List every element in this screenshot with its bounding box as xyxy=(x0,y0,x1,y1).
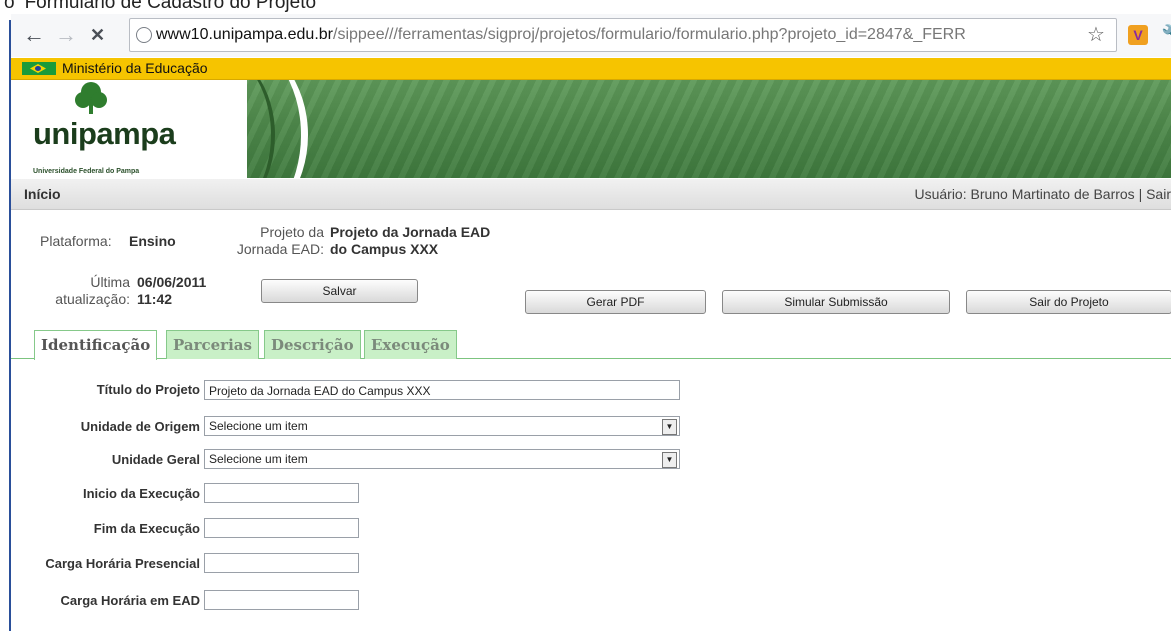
ead-hours-label: Carga Horária em EAD xyxy=(60,593,200,608)
project-name-line2: do Campus XXX xyxy=(330,241,439,257)
origin-unit-value: Selecione um item xyxy=(209,419,308,433)
generate-pdf-button[interactable]: Gerar PDF xyxy=(525,290,706,314)
tab-identificacao[interactable]: Identificação xyxy=(34,330,158,360)
exit-project-button[interactable]: Sair do Projeto xyxy=(966,290,1171,314)
general-unit-label: Unidade Geral xyxy=(111,452,200,467)
page-info-icon[interactable] xyxy=(136,27,152,43)
browser-toolbar: ← → ✕ www10.unipampa.edu.br/sippee///fer… xyxy=(11,14,1171,57)
user-info[interactable]: Usuário: Bruno Martinato de Barros | Sai… xyxy=(914,179,1171,209)
platform-value: Ensino xyxy=(129,233,176,249)
platform-label: Plataforma: xyxy=(40,233,112,249)
ministry-label[interactable]: Ministério da Educação xyxy=(62,58,208,79)
simulate-submission-button[interactable]: Simular Submissão xyxy=(722,290,950,314)
update-label-line2: atualização: xyxy=(55,291,130,307)
dropdown-arrow-icon[interactable]: ▼ xyxy=(662,452,677,468)
site-banner: unipampa Universidade Federal do Pampa xyxy=(11,80,1171,178)
url-host: www10.unipampa.edu.br xyxy=(156,26,333,43)
forward-icon[interactable]: → xyxy=(55,20,77,50)
general-unit-select[interactable]: Selecione um item ▼ xyxy=(204,449,680,469)
tab-parcerias[interactable]: Parcerias xyxy=(166,330,259,359)
project-label-line1: Projeto da xyxy=(260,224,324,240)
brazil-flag-icon xyxy=(22,62,56,75)
ead-hours-input[interactable] xyxy=(204,590,359,610)
back-icon[interactable]: ← xyxy=(23,20,45,50)
url-path: /sippee///ferramentas/sigproj/projetos/f… xyxy=(333,26,966,43)
general-unit-value: Selecione um item xyxy=(209,452,308,466)
update-time: 11:42 xyxy=(137,291,173,307)
end-date-label: Fim da Execução xyxy=(93,521,200,536)
wrench-icon[interactable]: 🔧 xyxy=(1161,23,1171,48)
logo-swoosh-inner xyxy=(151,80,275,178)
project-title-label: Título do Projeto xyxy=(96,382,200,397)
origin-unit-label: Unidade de Origem xyxy=(80,419,200,434)
nav-bar: Início Usuário: Bruno Martinato de Barro… xyxy=(11,179,1171,210)
screenshot-caption: o Formulário de Cadastro do Projeto xyxy=(0,0,317,13)
onsite-hours-label: Carga Horária Presencial xyxy=(45,556,200,571)
update-label-line1: Última xyxy=(90,274,130,290)
caption-bullet: o xyxy=(4,0,15,13)
extension-icon[interactable]: V xyxy=(1128,25,1148,45)
tab-descricao[interactable]: Descrição xyxy=(264,330,361,359)
end-date-input[interactable] xyxy=(204,518,359,538)
project-name-line1: Projeto da Jornada EAD xyxy=(330,224,491,240)
start-date-input[interactable] xyxy=(204,483,359,503)
dropdown-arrow-icon[interactable]: ▼ xyxy=(662,419,677,435)
tab-execucao[interactable]: Execução xyxy=(364,330,457,359)
logo-subtitle: Universidade Federal do Pampa xyxy=(33,168,140,175)
caption-text: Formulário de Cadastro do Projeto xyxy=(24,0,317,13)
start-date-label: Inicio da Execução xyxy=(82,486,200,501)
onsite-hours-input[interactable] xyxy=(204,553,359,573)
project-label-line2: Jornada EAD: xyxy=(236,241,324,257)
save-button[interactable]: Salvar xyxy=(261,279,418,303)
address-bar[interactable]: www10.unipampa.edu.br/sippee///ferrament… xyxy=(129,18,1117,52)
origin-unit-select[interactable]: Selecione um item ▼ xyxy=(204,416,680,436)
tree-icon xyxy=(75,82,107,114)
project-title-input[interactable]: Projeto da Jornada EAD do Campus XXX xyxy=(204,380,680,400)
stop-icon[interactable]: ✕ xyxy=(90,20,105,50)
update-date: 06/06/2011 xyxy=(137,274,207,290)
bookmark-star-icon[interactable]: ☆ xyxy=(1087,25,1105,45)
home-link[interactable]: Início xyxy=(24,179,61,209)
